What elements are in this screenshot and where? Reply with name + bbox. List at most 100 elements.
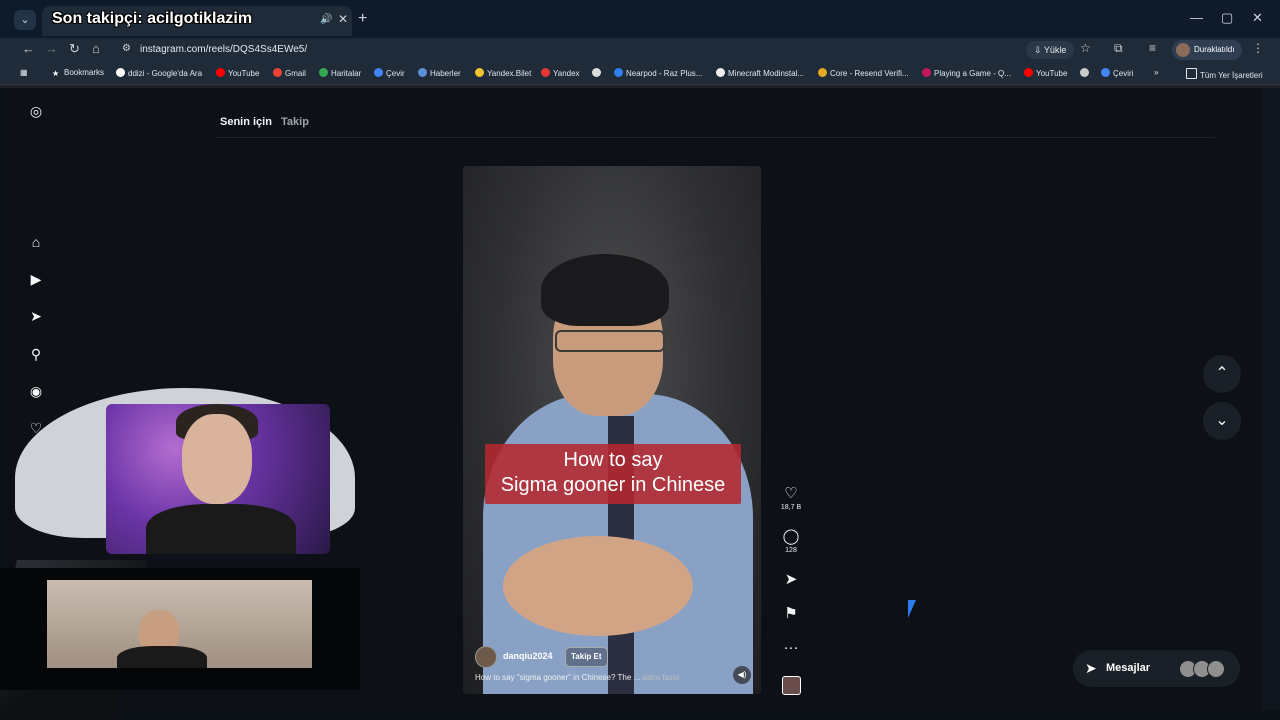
video-person-hand	[503, 536, 693, 636]
webcam-person-face	[182, 414, 252, 504]
more-options-button[interactable]: ···	[776, 640, 806, 656]
bookmark-item[interactable]: Yandex.Bilet	[475, 68, 531, 78]
menu-icon[interactable]: ⋮	[1252, 41, 1264, 55]
address-bar[interactable]: ⚙ instagram.com/reels/DQS4Ss4EWe5/	[114, 39, 1014, 61]
chevron-down-icon: ⌄	[1215, 412, 1229, 429]
author-avatar[interactable]	[475, 646, 497, 668]
video-person-glasses	[555, 330, 665, 352]
heart-icon: ♡	[784, 485, 798, 502]
avatar	[1207, 660, 1225, 678]
bookmark-item[interactable]: Core - Resend Verifi...	[818, 68, 909, 78]
back-icon[interactable]: ←	[22, 41, 35, 56]
bookmark-item[interactable]: Yandex	[541, 68, 580, 78]
home-icon[interactable]: ⌂	[92, 41, 100, 56]
bookmark-item[interactable]: ★ Bookmarks	[52, 68, 104, 78]
feed-tabs: Senin için Takip	[220, 116, 309, 128]
more-icon: ···	[783, 639, 799, 656]
instagram-logo-icon[interactable]: ◎	[27, 102, 45, 120]
chevron-up-icon: ⌃	[1215, 365, 1229, 382]
author-name[interactable]: danqiu2024	[503, 651, 553, 661]
install-label: Yükle	[1043, 45, 1067, 55]
direct-icon: ➤	[1085, 660, 1097, 676]
comment-count: 128	[785, 547, 797, 554]
more-link[interactable]: daha fazla	[642, 673, 679, 682]
tab-search-icon[interactable]: ⌄	[14, 10, 36, 30]
author-row: danqiu2024 Takip Et	[475, 646, 745, 668]
share-icon: ➤	[784, 571, 798, 588]
explore-nav-icon[interactable]: ◉	[27, 382, 45, 400]
profile-button[interactable]: Duraklatıldı	[1172, 40, 1242, 60]
media-controls-icon[interactable]: ≡	[1149, 41, 1156, 55]
window-close-icon[interactable]: ✕	[1252, 10, 1263, 26]
bookmark-item[interactable]: Haritalar	[319, 68, 361, 78]
audio-thumbnail[interactable]	[782, 676, 801, 695]
bookmark-star-icon[interactable]: ☆	[1080, 41, 1091, 55]
mute-icon[interactable]: ◀)	[733, 666, 751, 684]
comment-icon: ◯	[782, 528, 800, 545]
feed-divider	[215, 137, 1215, 138]
tab-title: Son takipçi: acilgotiklazim	[52, 10, 253, 27]
message-avatars	[1179, 660, 1225, 683]
next-reel-button[interactable]: ⌄	[1203, 402, 1241, 440]
minimize-icon[interactable]: —	[1190, 10, 1203, 25]
reel-video[interactable]: How to say Sigma gooner in Chinese danqi…	[463, 166, 761, 694]
secondary-webcam-overlay	[47, 580, 312, 668]
tab-for-you[interactable]: Senin için	[220, 116, 272, 128]
webcam-person-body	[146, 504, 296, 554]
reel-description-text: How to say "sigma gooner" in Chinese? Th…	[475, 673, 641, 682]
tab-following[interactable]: Takip	[281, 116, 309, 128]
bookmark-item[interactable]: Nearpod - Raz Plus...	[614, 68, 702, 78]
mouse-cursor-icon	[908, 600, 916, 618]
like-button[interactable]: ♡ 18,7 B	[776, 485, 806, 512]
bookmark-item[interactable]: ddizi - Google'da Ara	[116, 68, 202, 78]
caption-line-2: Sigma gooner in Chinese	[500, 474, 726, 496]
messages-label: Mesajlar	[1106, 662, 1151, 674]
profile-label: Duraklatıldı	[1194, 45, 1235, 54]
install-button[interactable]: ⇩ Yükle	[1026, 41, 1075, 59]
secondary-webcam-body	[117, 646, 207, 668]
reels-nav-icon[interactable]: ▶	[27, 270, 45, 288]
search-nav-icon[interactable]: ⚲	[27, 345, 45, 363]
bookmark-item[interactable]: YouTube	[216, 68, 259, 78]
bookmark-item[interactable]: Playing a Game - Q...	[922, 68, 1011, 78]
toolbar: ← → ↻ ⌂ ⚙ instagram.com/reels/DQS4Ss4EWe…	[0, 38, 1280, 62]
direct-nav-icon[interactable]: ➤	[27, 307, 45, 325]
like-count: 18,7 B	[780, 504, 802, 511]
tab-close-icon[interactable]: ✕	[338, 12, 348, 26]
site-info-icon[interactable]: ⚙	[122, 43, 131, 54]
tab-strip: ⌄ Son takipçi: acilgotiklazim 🔊 ✕ + — ▢ …	[0, 0, 1280, 38]
bookmark-item[interactable]: Çevir	[374, 68, 405, 78]
apps-icon[interactable]: ▦	[20, 68, 28, 77]
profile-avatar	[1176, 43, 1190, 57]
bookmark-item[interactable]: Minecraft Modinstal...	[716, 68, 804, 78]
reload-icon[interactable]: ↻	[69, 41, 80, 57]
reel-description[interactable]: How to say "sigma gooner" in Chinese? Th…	[475, 673, 679, 682]
previous-reel-button[interactable]: ⌃	[1203, 355, 1241, 393]
page-scrollbar[interactable]	[1262, 88, 1280, 710]
url-text: instagram.com/reels/DQS4Ss4EWe5/	[140, 44, 308, 55]
messages-button[interactable]: ➤ Mesajlar	[1073, 650, 1240, 687]
bookmark-item[interactable]: Haberler	[418, 68, 461, 78]
active-tab[interactable]: Son takipçi: acilgotiklazim 🔊 ✕	[42, 6, 352, 36]
new-tab-icon[interactable]: +	[358, 10, 367, 28]
tab-audio-icon[interactable]: 🔊	[320, 14, 332, 25]
bookmark-item[interactable]: Çeviri	[1101, 68, 1133, 78]
caption-line-1: How to say	[563, 449, 663, 471]
forward-icon[interactable]: →	[45, 41, 58, 56]
all-bookmarks-folder[interactable]: Tüm Yer İşaretleri	[1186, 68, 1263, 80]
more-bookmarks-icon[interactable]: »	[1154, 68, 1158, 77]
share-button[interactable]: ➤	[776, 572, 806, 588]
video-person-hair	[541, 254, 669, 326]
maximize-icon[interactable]: ▢	[1221, 10, 1233, 26]
home-nav-icon[interactable]: ⌂	[27, 233, 45, 251]
bookmark-icon-only[interactable]	[1080, 68, 1092, 78]
comment-button[interactable]: ◯ 128	[776, 528, 806, 555]
webcam-overlay	[106, 404, 330, 554]
follow-button[interactable]: Takip Et	[565, 647, 608, 667]
bookmark-item[interactable]: Gmail	[273, 68, 306, 78]
video-caption: How to say Sigma gooner in Chinese	[485, 444, 741, 504]
bookmark-icon-only[interactable]	[592, 68, 604, 78]
save-button[interactable]: ⚑	[776, 606, 806, 622]
extensions-icon[interactable]: ⧉	[1114, 41, 1123, 56]
bookmark-item[interactable]: YouTube	[1024, 68, 1067, 78]
